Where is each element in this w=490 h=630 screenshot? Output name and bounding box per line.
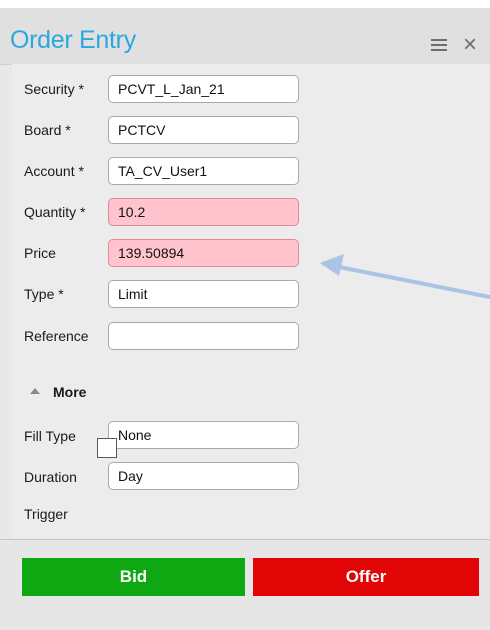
top-strip [0, 0, 490, 8]
order-entry-panel: Order Entry × Security * Board * Account… [0, 0, 490, 630]
hamburger-icon[interactable] [431, 39, 447, 51]
quantity-field[interactable] [108, 198, 299, 226]
offer-button[interactable]: Offer [253, 558, 479, 596]
account-label: Account * [24, 163, 84, 179]
quantity-label: Quantity * [24, 204, 86, 220]
close-icon[interactable]: × [458, 33, 482, 57]
board-label: Board * [24, 122, 71, 138]
reference-label: Reference [24, 328, 89, 344]
board-field[interactable] [108, 116, 299, 144]
more-label: More [53, 384, 87, 400]
trigger-checkbox[interactable] [97, 438, 117, 458]
trigger-label: Trigger [24, 506, 68, 522]
type-label: Type * [24, 286, 64, 302]
panel-header: Order Entry × [0, 8, 490, 65]
reference-field[interactable] [108, 322, 299, 350]
triangle-up-icon [30, 388, 40, 394]
bid-button[interactable]: Bid [22, 558, 245, 596]
duration-label: Duration [24, 469, 77, 485]
duration-field[interactable] [108, 462, 299, 490]
security-label: Security * [24, 81, 84, 97]
account-field[interactable] [108, 157, 299, 185]
type-field[interactable] [108, 280, 299, 308]
price-field[interactable] [108, 239, 299, 267]
security-field[interactable] [108, 75, 299, 103]
fill-type-field[interactable] [108, 421, 299, 449]
fill-type-label: Fill Type [24, 428, 76, 444]
action-footer: Bid Offer [0, 540, 490, 630]
panel-title: Order Entry [10, 26, 136, 54]
price-label: Price [24, 245, 56, 261]
order-form: Security * Board * Account * Quantity * … [12, 64, 490, 540]
